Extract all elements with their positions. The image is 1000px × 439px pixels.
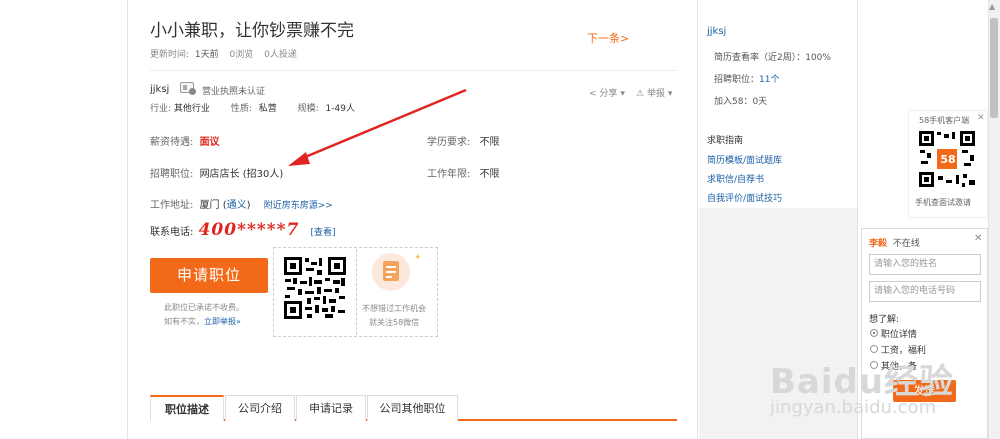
caret-down-icon: ▾	[620, 89, 625, 99]
position-value: 网店店长 (招30人)	[199, 169, 284, 180]
tab-job-description[interactable]: 职位描述	[150, 395, 224, 421]
license-icon	[180, 82, 196, 95]
phone-input[interactable]: 请输入您的电话号码	[869, 281, 981, 302]
license-status: 营业执照未认证	[202, 87, 266, 97]
scrollbar-thumb[interactable]	[990, 18, 998, 118]
experience-value: 不限	[479, 169, 500, 180]
option-label: 职位详情	[880, 330, 917, 340]
wechat-line1: 不想错过工作机会	[362, 304, 426, 313]
position-row: 招聘职位: 网店店长 (招30人)	[150, 165, 283, 180]
guide-link-resume[interactable]: 简历模板/面试题库	[707, 153, 782, 166]
sparkle-icon: ✦	[414, 253, 422, 263]
nature-value: 私营	[258, 104, 277, 114]
address-city: 厦门 (	[199, 200, 227, 211]
nature-label: 性质:	[230, 104, 252, 114]
no-fee-note: 此职位已承诺不收费。	[164, 303, 244, 312]
applied-count: 0人投递	[264, 50, 297, 60]
phone-row: 联系电话: 400*****7 [查看]	[150, 220, 336, 240]
position-label: 招聘职位:	[150, 169, 194, 180]
close-icon[interactable]: ✕	[974, 233, 982, 244]
scroll-up-icon[interactable]: ▲	[989, 2, 995, 11]
name-input[interactable]: 请输入您的姓名	[869, 254, 981, 275]
wechat-qr-code	[283, 256, 347, 320]
view-phone-link[interactable]: [查看]	[311, 228, 336, 238]
next-job-link[interactable]: 下一条>	[587, 30, 629, 46]
baidu-watermark-logo: Baidu经验	[770, 362, 955, 402]
company-name[interactable]: jjksj	[150, 84, 169, 95]
job-meta: 更新时间: 1天前 0浏览 0人投递	[150, 47, 297, 60]
chat-contact-name: 李毅	[869, 239, 888, 249]
tab-apply-records[interactable]: 申请记录	[296, 395, 366, 421]
radio-checked-icon	[870, 329, 878, 337]
salary-label: 薪资待遇:	[150, 137, 194, 148]
experience-label: 工作年限:	[427, 169, 471, 180]
app-ad-title: 58手机客户端	[919, 116, 970, 125]
industry-label: 行业:	[150, 104, 172, 114]
option-job-detail[interactable]: 职位详情	[870, 327, 917, 340]
education-value: 不限	[479, 137, 500, 148]
address-label: 工作地址:	[150, 200, 194, 211]
caret-down-icon: ▾	[667, 89, 673, 99]
tab-other-jobs[interactable]: 公司其他职位	[367, 395, 458, 421]
annotation-arrow	[288, 88, 467, 166]
apply-job-button[interactable]: 申请职位	[150, 258, 268, 293]
salary-value: 面议	[199, 137, 220, 148]
nearby-housing-link[interactable]: 附近房东房源>>	[264, 201, 333, 211]
report-now-link[interactable]: 立即举报»	[204, 317, 241, 326]
phone-label: 联系电话:	[150, 227, 194, 238]
share-button[interactable]: < 分享 ▾	[589, 86, 625, 99]
job-title: 小小兼职，让你钞票赚不完	[150, 21, 354, 41]
radio-icon	[870, 345, 878, 353]
report-note: 如有不实，立即举报»	[164, 316, 241, 327]
share-label: 分享	[599, 89, 618, 99]
update-value: 1天前	[194, 50, 219, 60]
sidebar-company-name[interactable]: jjksj	[707, 26, 726, 37]
resume-rate: 简历查看率（近2周）：100%	[714, 53, 831, 63]
alert-icon: ⚠	[636, 89, 645, 99]
views-count: 0浏览	[229, 50, 254, 60]
app-ad-caption: 手机查面试邀请	[915, 198, 971, 207]
divider	[356, 249, 357, 335]
address-district-link[interactable]: 通义	[227, 200, 247, 211]
report-note-text: 如有不实，	[164, 317, 204, 326]
positions-label: 招聘职位：	[714, 75, 760, 85]
job-guide-title: 求职指南	[707, 136, 744, 146]
close-icon[interactable]: ✕	[977, 113, 985, 123]
report-button[interactable]: ⚠ 举报 ▾	[636, 86, 672, 99]
tab-company-intro[interactable]: 公司介绍	[225, 395, 295, 421]
industry-value: 其他行业	[173, 104, 210, 114]
update-label: 更新时间:	[150, 50, 190, 60]
chat-header: 李毅 不在线	[869, 236, 920, 249]
report-label: 举报	[646, 89, 665, 99]
address-close: )	[246, 200, 251, 211]
divider	[150, 70, 677, 71]
wechat-doc-icon	[372, 253, 410, 291]
positions-link[interactable]: 11个	[759, 75, 779, 85]
guide-link-self-evaluation[interactable]: 自我评价/面试技巧	[707, 191, 782, 204]
guide-link-cover-letter[interactable]: 求职信/自荐书	[707, 172, 764, 185]
phone-value: 400*****7	[198, 220, 300, 240]
positions-count-row: 招聘职位：11个	[714, 72, 779, 85]
want-label: 想了解:	[869, 315, 900, 325]
joined-duration: 加入58：0天	[714, 97, 768, 107]
chat-status: 不在线	[892, 239, 920, 249]
address-row: 工作地址: 厦门 (通义) 附近房东房源>>	[150, 196, 333, 211]
share-icon: <	[589, 89, 597, 99]
salary-row: 薪资待遇: 面议	[150, 133, 220, 148]
baidu-watermark-url: jingyan.baidu.com	[770, 397, 937, 418]
app-logo-badge: 58	[940, 153, 956, 166]
wechat-line2: 就关注58微信	[369, 318, 420, 327]
